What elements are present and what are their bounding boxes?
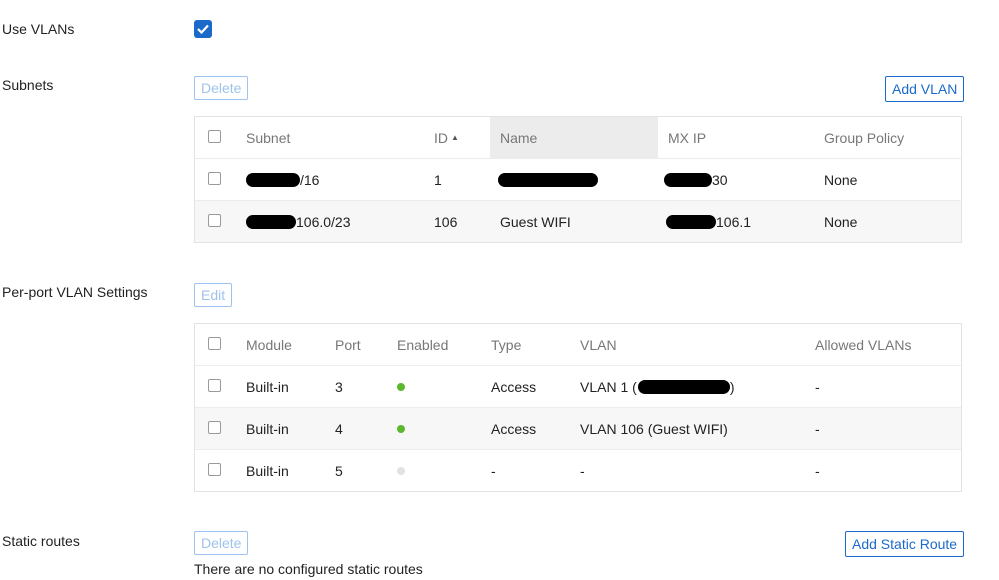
row-checkbox[interactable] (208, 172, 221, 185)
row-checkbox[interactable] (208, 379, 221, 392)
vlan-suffix: ) (729, 378, 735, 395)
column-header-subnet[interactable]: Subnet (246, 117, 290, 158)
column-header-module[interactable]: Module (246, 324, 292, 365)
redaction (246, 172, 300, 187)
enabled-indicator (397, 408, 405, 449)
delete-subnet-button[interactable]: Delete (194, 76, 249, 100)
per-port-vlan-label: Per-port VLAN Settings (2, 284, 148, 300)
table-row[interactable]: Built-in 4 Access VLAN 106 (Guest WIFI) … (195, 408, 961, 450)
column-header-vlan[interactable]: VLAN (580, 324, 617, 365)
redaction (664, 172, 712, 187)
column-header-id-label: ID (434, 129, 448, 146)
type-value: Access (491, 378, 537, 395)
id-value: 1 (434, 171, 442, 188)
sort-ascending-icon: ▲ (451, 133, 459, 142)
status-dot-icon (397, 382, 405, 391)
subnets-label: Subnets (2, 77, 54, 93)
vlan-value: VLAN 106 (Guest WIFI) (580, 420, 728, 437)
column-header-type[interactable]: Type (491, 324, 521, 365)
table-row[interactable]: Built-in 3 Access VLAN 1 ( ) - (195, 366, 961, 408)
check-icon (197, 24, 209, 34)
port-value: 4 (335, 420, 343, 437)
group-policy-value: None (824, 213, 858, 230)
table-header: Module Port Enabled Type VLAN Allowed VL… (195, 324, 961, 366)
module-value: Built-in (246, 420, 289, 437)
module-value: Built-in (246, 462, 289, 479)
status-dot-icon (397, 466, 405, 475)
table-row[interactable]: /16 1 30 None (195, 159, 961, 201)
id-value: 106 (434, 213, 458, 230)
enabled-indicator (397, 450, 405, 491)
column-header-id[interactable]: ID ▲ (434, 117, 459, 158)
allowed-vlans-value: - (815, 378, 820, 395)
mx-ip-cell: 106.1 (666, 201, 751, 242)
module-value: Built-in (246, 378, 289, 395)
subnet-cell: 106.0/23 (246, 201, 351, 242)
subnet-value: 106.0/23 (296, 213, 351, 230)
port-value: 3 (335, 378, 343, 395)
mx-ip-cell: 30 (664, 159, 728, 200)
redaction (637, 379, 730, 394)
column-header-allowed-vlans[interactable]: Allowed VLANs (815, 324, 912, 365)
use-vlans-checkbox[interactable] (194, 20, 212, 38)
status-dot-icon (397, 424, 405, 433)
vlan-value: - (580, 462, 585, 479)
type-value: Access (491, 420, 537, 437)
table-row[interactable]: 106.0/23 106 Guest WIFI 106.1 None (195, 201, 961, 242)
column-header-enabled[interactable]: Enabled (397, 324, 448, 365)
name-value: Guest WIFI (500, 213, 571, 230)
table-header: Subnet ID ▲ Name MX IP Group Policy (195, 117, 961, 159)
name-cell (498, 159, 598, 200)
group-policy-value: None (824, 171, 858, 188)
allowed-vlans-value: - (815, 420, 820, 437)
column-header-name[interactable]: Name (490, 117, 658, 158)
table-row[interactable]: Built-in 5 - - - (195, 450, 961, 491)
mx-ip-value: 106.1 (716, 213, 752, 230)
subnet-cell: /16 (246, 159, 319, 200)
allowed-vlans-value: - (815, 462, 820, 479)
redaction (498, 172, 598, 187)
column-header-mx-ip[interactable]: MX IP (668, 117, 706, 158)
no-static-routes-message: There are no configured static routes (194, 561, 423, 577)
subnets-table: Subnet ID ▲ Name MX IP Group Policy /16 … (194, 116, 962, 243)
row-checkbox[interactable] (208, 463, 221, 476)
subnet-value: /16 (300, 171, 320, 188)
type-value: - (491, 462, 496, 479)
use-vlans-label: Use VLANs (2, 21, 75, 37)
row-checkbox[interactable] (208, 421, 221, 434)
column-header-port[interactable]: Port (335, 324, 361, 365)
port-value: 5 (335, 462, 343, 479)
vlan-value: VLAN 1 ( (580, 378, 637, 395)
static-routes-label: Static routes (2, 533, 80, 549)
vlan-cell: VLAN 1 ( ) (580, 366, 734, 407)
select-all-checkbox[interactable] (208, 337, 221, 350)
redaction (666, 214, 716, 229)
mx-ip-value: 30 (712, 171, 728, 188)
row-checkbox[interactable] (208, 214, 221, 227)
edit-ports-button[interactable]: Edit (194, 283, 233, 307)
enabled-indicator (397, 366, 405, 407)
ports-table: Module Port Enabled Type VLAN Allowed VL… (194, 323, 962, 492)
delete-static-route-button[interactable]: Delete (194, 531, 249, 555)
select-all-checkbox[interactable] (208, 130, 221, 143)
add-vlan-button[interactable]: Add VLAN (885, 76, 965, 102)
redaction (246, 214, 296, 229)
column-header-group-policy[interactable]: Group Policy (824, 117, 904, 158)
add-static-route-button[interactable]: Add Static Route (845, 531, 965, 557)
